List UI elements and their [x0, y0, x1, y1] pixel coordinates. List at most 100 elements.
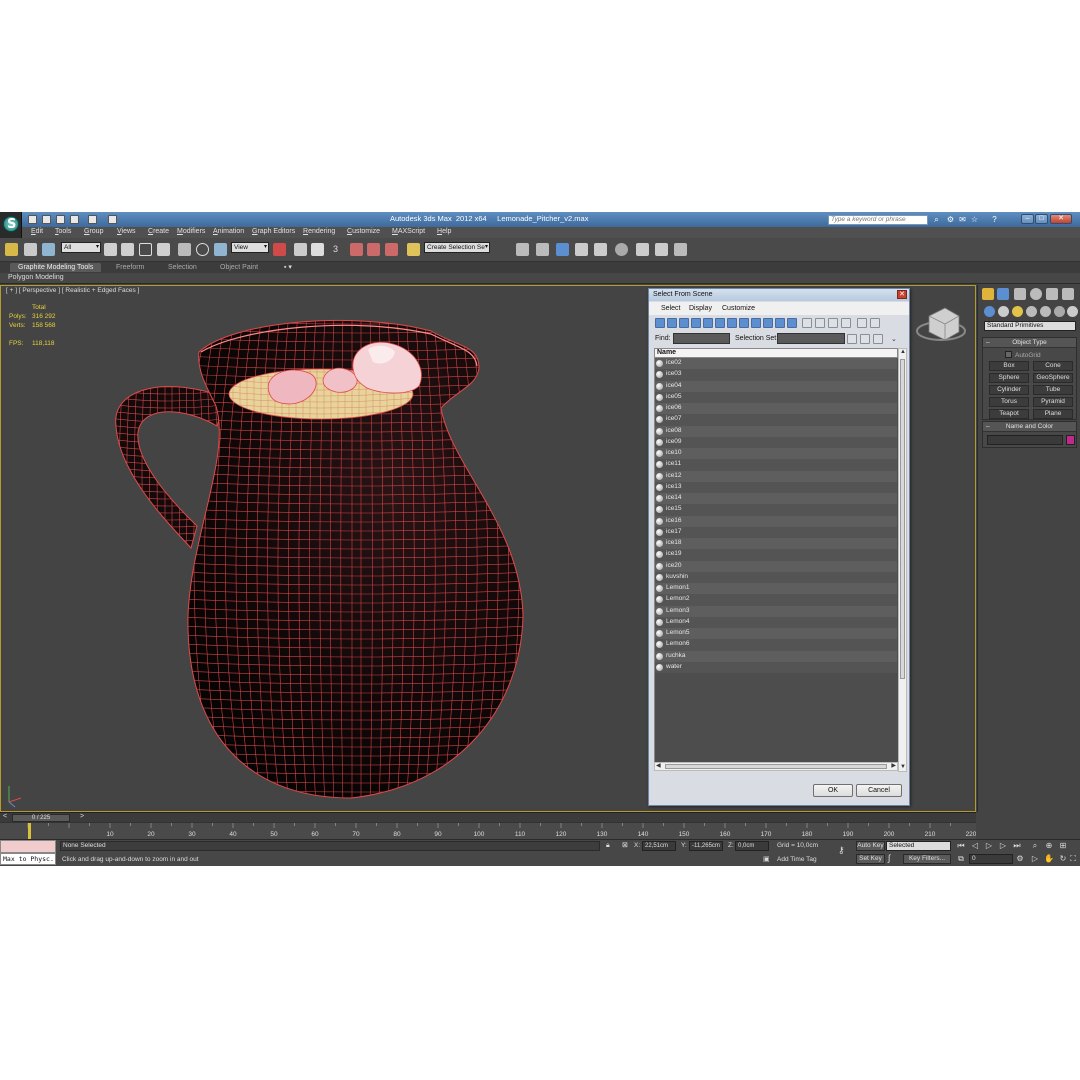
- menu-rendering[interactable]: Rendering: [303, 228, 335, 235]
- dialog-menu-display[interactable]: Display: [689, 305, 712, 312]
- display-none-icon[interactable]: [815, 318, 825, 328]
- vertical-scroll-thumb[interactable]: [900, 359, 905, 679]
- list-item[interactable]: ice04: [655, 380, 897, 392]
- go-to-end-icon[interactable]: ⏭: [1012, 841, 1022, 851]
- maximize-button[interactable]: □: [1035, 214, 1048, 224]
- align-icon[interactable]: [536, 243, 549, 256]
- rectangular-selection-icon[interactable]: [139, 243, 152, 256]
- display-groups-icon[interactable]: [727, 318, 737, 328]
- scroll-up-icon[interactable]: ▲: [900, 349, 906, 356]
- current-frame-marker[interactable]: [28, 823, 31, 839]
- tab-selection[interactable]: Selection: [160, 263, 205, 272]
- orbit-icon[interactable]: ↻: [1058, 854, 1068, 864]
- spinner-snap-icon[interactable]: [385, 243, 398, 256]
- list-item[interactable]: ice09: [655, 436, 897, 448]
- create-selection-set-icon[interactable]: [847, 334, 857, 344]
- display-geometry-icon[interactable]: [655, 318, 665, 328]
- auto-key-button[interactable]: Auto Key: [856, 841, 885, 851]
- utilities-tab-icon[interactable]: [1062, 288, 1074, 300]
- layer-manager-icon[interactable]: [575, 243, 588, 256]
- hierarchy-tab-icon[interactable]: [1014, 288, 1026, 300]
- favorites-icon[interactable]: ☆: [970, 215, 979, 224]
- list-item[interactable]: ice03: [655, 369, 897, 381]
- save-file-icon[interactable]: [56, 215, 65, 224]
- plane-button[interactable]: Plane: [1033, 409, 1073, 419]
- list-item[interactable]: ice07: [655, 414, 897, 426]
- minimize-button[interactable]: –: [1021, 214, 1034, 224]
- binoculars-icon[interactable]: ⌕: [932, 215, 941, 224]
- cameras-icon[interactable]: [1026, 306, 1037, 317]
- display-space-warps-icon[interactable]: [715, 318, 725, 328]
- absolute-mode-icon[interactable]: ⊠: [622, 841, 628, 849]
- display-xrefs-icon[interactable]: [739, 318, 749, 328]
- list-item[interactable]: ice02: [655, 358, 897, 370]
- vertical-scrollbar[interactable]: ▲ ▼: [898, 348, 907, 772]
- rendered-frame-window-icon[interactable]: [655, 243, 668, 256]
- display-lights-icon[interactable]: [679, 318, 689, 328]
- menu-maxscript[interactable]: MAXScript: [392, 228, 425, 235]
- display-frozen-icon[interactable]: [775, 318, 785, 328]
- menu-create[interactable]: Create: [148, 228, 169, 235]
- list-item[interactable]: ice11: [655, 459, 897, 471]
- name-and-color-title[interactable]: Name and Color: [983, 422, 1076, 432]
- zoom-all-icon[interactable]: ⊕: [1044, 841, 1054, 851]
- tube-button[interactable]: Tube: [1033, 385, 1073, 395]
- select-manipulate-icon[interactable]: [294, 243, 307, 256]
- collapse-icon[interactable]: ⌄: [891, 335, 897, 343]
- shapes-icon[interactable]: [998, 306, 1009, 317]
- select-rotate-icon[interactable]: [196, 243, 209, 256]
- dialog-menu-select[interactable]: Select: [661, 305, 680, 312]
- list-item[interactable]: ice19: [655, 549, 897, 561]
- search-input[interactable]: Type a keyword or phrase: [828, 215, 928, 225]
- list-item[interactable]: ice06: [655, 403, 897, 415]
- list-item[interactable]: ice08: [655, 425, 897, 437]
- display-helpers-icon[interactable]: [703, 318, 713, 328]
- zoom-extents-icon[interactable]: ⊞: [1058, 841, 1068, 851]
- go-to-start-icon[interactable]: ⏮: [956, 841, 966, 851]
- list-item[interactable]: ice16: [655, 515, 897, 527]
- find-input[interactable]: [673, 333, 730, 344]
- angle-snap-icon[interactable]: [350, 243, 363, 256]
- app-logo[interactable]: [0, 212, 22, 238]
- tab-freeform[interactable]: Freeform: [108, 263, 152, 272]
- display-invert-icon[interactable]: [828, 318, 838, 328]
- selection-lock-icon[interactable]: 🔒︎: [606, 842, 610, 850]
- time-tag-icon[interactable]: ▣: [763, 855, 770, 863]
- pyramid-button[interactable]: Pyramid: [1033, 397, 1073, 407]
- list-item[interactable]: ice20: [655, 560, 897, 572]
- play-icon[interactable]: ▷: [984, 841, 994, 851]
- list-item[interactable]: ice10: [655, 448, 897, 460]
- menu-group[interactable]: Group: [84, 228, 103, 235]
- motion-tab-icon[interactable]: [1030, 288, 1042, 300]
- list-item[interactable]: Lemon4: [655, 616, 897, 628]
- list-item[interactable]: Lemon2: [655, 594, 897, 606]
- key-filters-button[interactable]: Key Filters...: [903, 854, 951, 864]
- modify-tab-icon[interactable]: [997, 288, 1009, 300]
- open-file-icon[interactable]: [42, 215, 51, 224]
- select-by-name-icon[interactable]: [121, 243, 134, 256]
- list-item[interactable]: Lemon5: [655, 628, 897, 640]
- geosphere-button[interactable]: GeoSphere: [1033, 373, 1073, 383]
- previous-frame-icon[interactable]: ◁: [970, 841, 980, 851]
- torus-button[interactable]: Torus: [989, 397, 1029, 407]
- tab-graphite-modeling-tools[interactable]: Graphite Modeling Tools: [10, 263, 102, 272]
- systems-icon[interactable]: [1067, 306, 1078, 317]
- scroll-right-icon[interactable]: ▶: [891, 763, 896, 770]
- dialog-close-button[interactable]: ✕: [897, 290, 907, 299]
- display-all-icon[interactable]: [802, 318, 812, 328]
- set-key-button[interactable]: Set Key: [856, 854, 885, 864]
- render-production-icon[interactable]: [674, 243, 687, 256]
- next-frame-icon[interactable]: ▷: [998, 841, 1008, 851]
- keyboard-shortcut-icon[interactable]: [311, 243, 324, 256]
- primitive-category-dropdown[interactable]: Standard Primitives: [984, 321, 1076, 331]
- time-slider-prev-icon[interactable]: <: [3, 813, 7, 820]
- horizontal-scrollbar[interactable]: ◀ ▶: [654, 762, 898, 771]
- undo-icon[interactable]: [70, 215, 79, 224]
- zoom-icon[interactable]: ⌕: [1030, 841, 1040, 851]
- list-item[interactable]: ice05: [655, 391, 897, 403]
- list-item[interactable]: ice14: [655, 493, 897, 505]
- sync-selection-icon[interactable]: [841, 318, 851, 328]
- horizontal-scroll-thumb[interactable]: [665, 764, 887, 769]
- key-icon[interactable]: ⚷: [838, 845, 845, 856]
- snaps-toggle-icon[interactable]: 3: [333, 243, 346, 256]
